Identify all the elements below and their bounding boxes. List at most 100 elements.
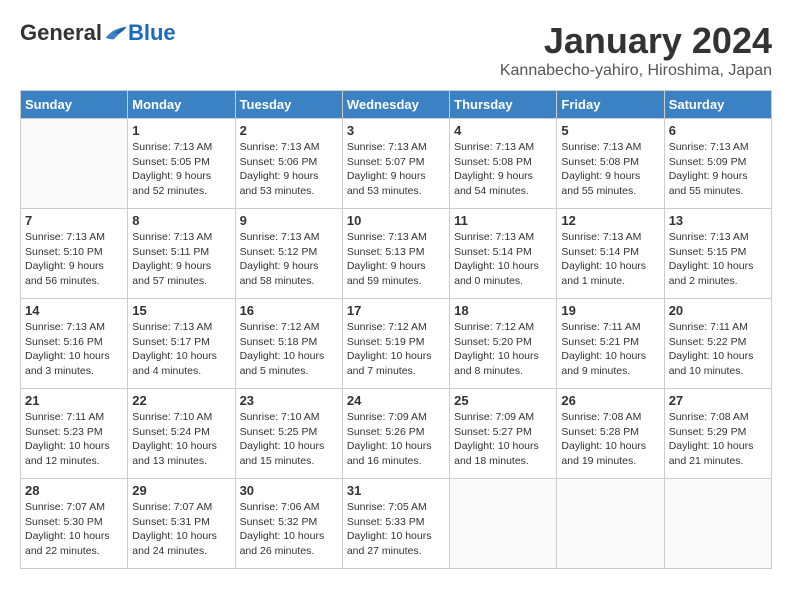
day-number: 14 [25,303,123,318]
cell-info: Sunrise: 7:13 AMSunset: 5:14 PMDaylight:… [454,230,552,289]
day-number: 22 [132,393,230,408]
day-number: 7 [25,213,123,228]
weekday-header-cell: Sunday [21,91,128,119]
calendar-cell: 14 Sunrise: 7:13 AMSunset: 5:16 PMDayligh… [21,299,128,389]
calendar-cell: 30 Sunrise: 7:06 AMSunset: 5:32 PMDayligh… [235,479,342,569]
day-number: 13 [669,213,767,228]
calendar-cell: 26 Sunrise: 7:08 AMSunset: 5:28 PMDayligh… [557,389,664,479]
calendar-cell: 6Sunrise: 7:13 AMSunset: 5:09 PMDaylight… [664,119,771,209]
calendar-cell: 16Sunrise: 7:12 AMSunset: 5:18 PMDayligh… [235,299,342,389]
cell-info: Sunrise: 7:08 AMSunset: 5:29 PMDaylight:… [669,410,767,469]
cell-info: Sunrise: 7:13 AMSunset: 5:05 PMDaylight:… [132,140,230,199]
logo-general: General [20,20,102,46]
calendar-cell [557,479,664,569]
day-number: 2 [240,123,338,138]
calendar-week-row: 1 Sunrise: 7:13 AMSunset: 5:05 PMDaylight… [21,119,772,209]
cell-info: Sunrise: 7:13 AMSunset: 5:12 PMDaylight:… [240,230,338,289]
cell-info: Sunrise: 7:13 AMSunset: 5:16 PMDaylight:… [25,320,123,379]
cell-info: Sunrise: 7:07 AMSunset: 5:30 PMDaylight:… [25,500,123,559]
cell-info: Sunrise: 7:13 AMSunset: 5:13 PMDaylight:… [347,230,445,289]
cell-info: Sunrise: 7:05 AMSunset: 5:33 PMDaylight:… [347,500,445,559]
day-number: 29 [132,483,230,498]
calendar-cell: 18 Sunrise: 7:12 AMSunset: 5:20 PMDayligh… [450,299,557,389]
calendar-cell: 28 Sunrise: 7:07 AMSunset: 5:30 PMDayligh… [21,479,128,569]
calendar-cell: 13 Sunrise: 7:13 AMSunset: 5:15 PMDayligh… [664,209,771,299]
location-title: Kannabecho-yahiro, Hiroshima, Japan [500,62,772,80]
day-number: 20 [669,303,767,318]
day-number: 25 [454,393,552,408]
cell-info: Sunrise: 7:11 AMSunset: 5:23 PMDaylight:… [25,410,123,469]
cell-info: Sunrise: 7:12 AMSunset: 5:19 PMDaylight:… [347,320,445,379]
calendar-week-row: 7Sunrise: 7:13 AMSunset: 5:10 PMDaylight… [21,209,772,299]
day-number: 6 [669,123,767,138]
day-number: 26 [561,393,659,408]
calendar-cell: 29Sunrise: 7:07 AMSunset: 5:31 PMDayligh… [128,479,235,569]
cell-info: Sunrise: 7:13 AMSunset: 5:11 PMDaylight:… [132,230,230,289]
day-number: 11 [454,213,552,228]
title-area: January 2024 Kannabecho-yahiro, Hiroshim… [500,20,772,80]
weekday-header-cell: Thursday [450,91,557,119]
cell-info: Sunrise: 7:13 AMSunset: 5:15 PMDaylight:… [669,230,767,289]
calendar-cell: 27Sunrise: 7:08 AMSunset: 5:29 PMDayligh… [664,389,771,479]
weekday-header-row: SundayMondayTuesdayWednesdayThursdayFrid… [21,91,772,119]
calendar-cell: 31 Sunrise: 7:05 AMSunset: 5:33 PMDayligh… [342,479,449,569]
logo: General Blue [20,20,176,46]
day-number: 12 [561,213,659,228]
calendar-cell [21,119,128,209]
cell-info: Sunrise: 7:13 AMSunset: 5:17 PMDaylight:… [132,320,230,379]
calendar-cell: 9 Sunrise: 7:13 AMSunset: 5:12 PMDaylight… [235,209,342,299]
calendar-cell [450,479,557,569]
page-header: General Blue January 2024 Kannabecho-yah… [20,20,772,80]
logo-blue: Blue [128,20,176,46]
day-number: 18 [454,303,552,318]
calendar-cell: 12 Sunrise: 7:13 AMSunset: 5:14 PMDayligh… [557,209,664,299]
weekday-header-cell: Friday [557,91,664,119]
calendar-cell: 3 Sunrise: 7:13 AMSunset: 5:07 PMDaylight… [342,119,449,209]
day-number: 17 [347,303,445,318]
day-number: 15 [132,303,230,318]
cell-info: Sunrise: 7:13 AMSunset: 5:07 PMDaylight:… [347,140,445,199]
calendar-cell: 8 Sunrise: 7:13 AMSunset: 5:11 PMDaylight… [128,209,235,299]
calendar-cell: 2 Sunrise: 7:13 AMSunset: 5:06 PMDaylight… [235,119,342,209]
calendar-cell: 1 Sunrise: 7:13 AMSunset: 5:05 PMDaylight… [128,119,235,209]
cell-info: Sunrise: 7:13 AMSunset: 5:06 PMDaylight:… [240,140,338,199]
day-number: 9 [240,213,338,228]
calendar-cell: 19Sunrise: 7:11 AMSunset: 5:21 PMDayligh… [557,299,664,389]
day-number: 21 [25,393,123,408]
day-number: 8 [132,213,230,228]
day-number: 31 [347,483,445,498]
cell-info: Sunrise: 7:13 AMSunset: 5:08 PMDaylight:… [454,140,552,199]
day-number: 23 [240,393,338,408]
calendar-table: SundayMondayTuesdayWednesdayThursdayFrid… [20,90,772,569]
cell-info: Sunrise: 7:10 AMSunset: 5:25 PMDaylight:… [240,410,338,469]
day-number: 4 [454,123,552,138]
calendar-week-row: 14 Sunrise: 7:13 AMSunset: 5:16 PMDayligh… [21,299,772,389]
weekday-header-cell: Tuesday [235,91,342,119]
cell-info: Sunrise: 7:08 AMSunset: 5:28 PMDaylight:… [561,410,659,469]
weekday-header-cell: Monday [128,91,235,119]
cell-info: Sunrise: 7:06 AMSunset: 5:32 PMDaylight:… [240,500,338,559]
day-number: 16 [240,303,338,318]
cell-info: Sunrise: 7:10 AMSunset: 5:24 PMDaylight:… [132,410,230,469]
day-number: 30 [240,483,338,498]
calendar-cell: 20Sunrise: 7:11 AMSunset: 5:22 PMDayligh… [664,299,771,389]
calendar-week-row: 28 Sunrise: 7:07 AMSunset: 5:30 PMDayligh… [21,479,772,569]
calendar-week-row: 21 Sunrise: 7:11 AMSunset: 5:23 PMDayligh… [21,389,772,479]
weekday-header-cell: Wednesday [342,91,449,119]
calendar-cell: 25Sunrise: 7:09 AMSunset: 5:27 PMDayligh… [450,389,557,479]
cell-info: Sunrise: 7:09 AMSunset: 5:26 PMDaylight:… [347,410,445,469]
calendar-cell: 4 Sunrise: 7:13 AMSunset: 5:08 PMDaylight… [450,119,557,209]
calendar-cell: 21 Sunrise: 7:11 AMSunset: 5:23 PMDayligh… [21,389,128,479]
calendar-cell [664,479,771,569]
calendar-body: 1 Sunrise: 7:13 AMSunset: 5:05 PMDaylight… [21,119,772,569]
day-number: 28 [25,483,123,498]
calendar-cell: 17 Sunrise: 7:12 AMSunset: 5:19 PMDayligh… [342,299,449,389]
cell-info: Sunrise: 7:13 AMSunset: 5:14 PMDaylight:… [561,230,659,289]
calendar-cell: 5Sunrise: 7:13 AMSunset: 5:08 PMDaylight… [557,119,664,209]
cell-info: Sunrise: 7:12 AMSunset: 5:20 PMDaylight:… [454,320,552,379]
day-number: 3 [347,123,445,138]
calendar-cell: 22 Sunrise: 7:10 AMSunset: 5:24 PMDayligh… [128,389,235,479]
calendar-cell: 7Sunrise: 7:13 AMSunset: 5:10 PMDaylight… [21,209,128,299]
cell-info: Sunrise: 7:11 AMSunset: 5:21 PMDaylight:… [561,320,659,379]
day-number: 1 [132,123,230,138]
